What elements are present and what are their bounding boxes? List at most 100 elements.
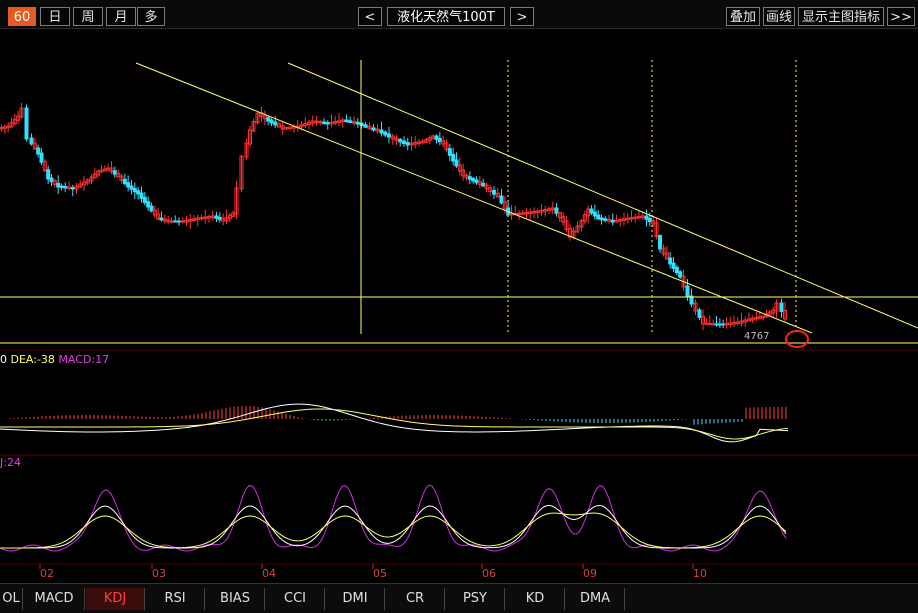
period-month-button[interactable]: 月 (106, 7, 136, 26)
candle-body (714, 323, 719, 326)
next-instrument-button[interactable]: > (510, 7, 534, 26)
period-60min-button[interactable]: 60 (8, 7, 36, 26)
tab-cci[interactable]: CCI (266, 588, 325, 610)
last-price-label: 4767 (744, 331, 770, 342)
tab-rsi[interactable]: RSI (146, 588, 205, 610)
candle-body (177, 220, 181, 223)
month-label: 06 (482, 567, 496, 580)
candle-body (348, 120, 353, 123)
candle-body (685, 285, 690, 298)
candle-body (447, 148, 452, 156)
candle-body (344, 119, 349, 123)
candle-body (671, 262, 676, 269)
candle-body (402, 140, 406, 144)
candle-body (474, 179, 479, 184)
candle-body (454, 159, 459, 167)
candle-body (136, 190, 141, 195)
candle-body (112, 170, 117, 175)
kdj-panel (0, 484, 787, 552)
candle-body (29, 137, 34, 145)
candle-body (596, 214, 601, 220)
trend-channel-lower[interactable] (135, 62, 813, 334)
tab-macd[interactable]: MACD (24, 588, 85, 610)
tab-ol[interactable]: OL (0, 588, 23, 610)
more-options-button[interactable]: >> (887, 7, 915, 26)
macd-dea-label: DEA:-38 (10, 353, 55, 366)
candle-body (214, 215, 219, 219)
candle-body (697, 309, 702, 318)
draw-line-button[interactable]: 画线 (763, 7, 795, 26)
kdj-k-line (0, 504, 787, 549)
candle-body (139, 192, 144, 199)
candle-body (173, 220, 178, 223)
candle-body (266, 117, 271, 122)
trend-lines (0, 60, 918, 344)
candle-body (603, 218, 608, 221)
candle-body (169, 220, 174, 223)
candle-body (678, 271, 683, 278)
candle-body (63, 186, 68, 189)
period-more-button[interactable]: 多 (137, 7, 165, 26)
chart-toolbar: 60 日 周 月 多 < 液化天然气100T > 叠加 画线 显示主图指标 >> (0, 0, 918, 29)
trend-channel-upper[interactable] (287, 62, 918, 329)
candle-body (398, 139, 403, 143)
candle-body (46, 169, 51, 180)
tab-dmi[interactable]: DMI (326, 588, 385, 610)
month-label: 09 (583, 567, 597, 580)
candle-body (70, 187, 75, 190)
macd-diff-line (0, 403, 789, 443)
candle-body (59, 185, 64, 188)
month-label: 04 (262, 567, 276, 580)
price-highlight-circle (785, 330, 809, 348)
kline-chart[interactable] (0, 28, 918, 583)
candle-body (467, 176, 472, 180)
tab-cr[interactable]: CR (386, 588, 445, 610)
candle-body (56, 182, 61, 188)
candle-body (481, 182, 486, 187)
tab-bias[interactable]: BIAS (206, 588, 265, 610)
macd-dea-line (0, 408, 789, 440)
macd-diff-label: 0 (0, 353, 7, 366)
candle-body (610, 219, 615, 223)
candle-body (24, 107, 29, 140)
tab-psy[interactable]: PSY (446, 588, 505, 610)
prev-instrument-button[interactable]: < (358, 7, 382, 26)
candle-body (122, 178, 127, 185)
candle-body (717, 323, 722, 326)
candle-body (644, 215, 649, 220)
candle-body (471, 177, 476, 182)
month-label: 03 (152, 567, 166, 580)
candle-body (149, 205, 154, 212)
overlay-button[interactable]: 叠加 (726, 7, 760, 26)
macd-legend: 0 DEA:-38 MACD:17 (0, 354, 109, 366)
candle-body (322, 121, 326, 124)
month-label: 02 (40, 567, 54, 580)
indicator-tab-bar: OL MACD KDJ RSI BIAS CCI DMI CR PSY KD D… (0, 583, 918, 613)
candlesticks (0, 102, 787, 331)
candle-body (451, 153, 456, 162)
candle-body (668, 257, 673, 265)
candle-body (39, 152, 44, 163)
instrument-title: 液化天然气100T (387, 7, 505, 26)
candle-body (325, 122, 330, 125)
show-main-indicator-button[interactable]: 显示主图指标 (798, 7, 884, 26)
period-day-button[interactable]: 日 (40, 7, 70, 26)
candle-body (437, 137, 442, 143)
candle-body (273, 121, 278, 126)
period-week-button[interactable]: 周 (73, 7, 103, 26)
kdj-j-line (0, 484, 787, 552)
candle-body (159, 217, 164, 221)
candle-body (269, 119, 274, 124)
candle-body (355, 121, 360, 125)
tab-kd[interactable]: KD (506, 588, 565, 610)
candle-body (599, 217, 604, 221)
kdj-legend: J:24 (0, 456, 21, 469)
candle-body (217, 216, 222, 221)
tab-dma[interactable]: DMA (566, 588, 625, 610)
candle-body (363, 124, 368, 128)
candle-body (658, 235, 662, 250)
candle-body (371, 127, 376, 131)
candle-body (647, 217, 652, 223)
candle-body (36, 147, 41, 155)
tab-kdj[interactable]: KDJ (86, 588, 145, 610)
